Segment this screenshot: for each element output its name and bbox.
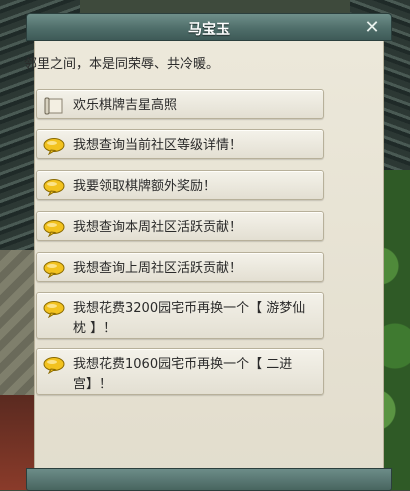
speech-bubble-icon xyxy=(43,357,65,374)
close-icon[interactable]: ✕ xyxy=(363,19,381,37)
option-query-level[interactable]: 我想查询当前社区等级详情！ xyxy=(36,129,324,159)
option-exchange-erjingong[interactable]: 我想花费1060园宅币再换一个【 二进宫】！ xyxy=(36,348,324,395)
option-lucky-chess[interactable]: 欢乐棋牌吉星高照 xyxy=(36,89,324,119)
speech-bubble-icon xyxy=(43,220,65,237)
option-label: 我想花费1060园宅币再换一个【 二进宫】！ xyxy=(73,357,293,392)
dialog-footer xyxy=(26,468,392,491)
npc-intro-text: 邻里之间，本是同荣辱、共冷暖。 xyxy=(24,57,220,72)
option-label: 我想查询上周社区活跃贡献！ xyxy=(73,261,243,276)
dialog-titlebar: 马宝玉 ✕ xyxy=(26,13,392,41)
scroll-icon xyxy=(44,97,63,115)
option-label: 欢乐棋牌吉星高照 xyxy=(73,98,178,113)
option-label: 我要领取棋牌额外奖励！ xyxy=(73,179,217,194)
option-claim-reward[interactable]: 我要领取棋牌额外奖励！ xyxy=(36,170,324,200)
speech-bubble-icon xyxy=(43,179,65,196)
speech-bubble-icon xyxy=(43,301,65,318)
dialog-title: 马宝玉 xyxy=(188,22,230,38)
option-label: 我想查询当前社区等级详情！ xyxy=(73,138,243,153)
speech-bubble-icon xyxy=(43,138,65,155)
option-label: 我想查询本周社区活跃贡献！ xyxy=(73,220,243,235)
option-exchange-dream-pillow[interactable]: 我想花费3200园宅币再换一个【 游梦仙枕 】！ xyxy=(36,292,324,339)
option-last-week-activity[interactable]: 我想查询上周社区活跃贡献！ xyxy=(36,252,324,282)
option-this-week-activity[interactable]: 我想查询本周社区活跃贡献！ xyxy=(36,211,324,241)
option-label: 我想花费3200园宅币再换一个【 游梦仙枕 】！ xyxy=(73,301,306,336)
speech-bubble-icon xyxy=(43,261,65,278)
